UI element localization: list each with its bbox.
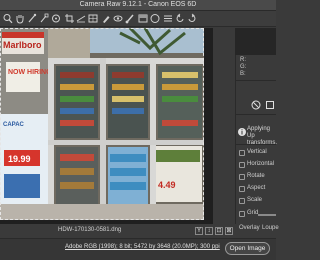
panel-divider [235, 144, 276, 145]
transform-auto-icon[interactable] [265, 100, 275, 110]
radial-filter-icon[interactable] [150, 13, 160, 24]
scale-reset-button[interactable] [239, 198, 245, 204]
red-eye-icon[interactable] [113, 13, 123, 24]
status-bar: Adobe RGB (1998); 8 bit; 5472 by 3648 (2… [0, 238, 276, 260]
vertical-slider-label: Vertical [247, 149, 267, 155]
hand-tool-icon[interactable] [15, 13, 25, 24]
adjustment-brush-icon[interactable] [125, 13, 135, 24]
rotate-slider-label: Rotate [247, 173, 265, 179]
rotate-ccw-icon[interactable] [175, 13, 185, 24]
zoom-settings-button[interactable]: ⊠ [225, 227, 233, 235]
aspect-slider-label: Aspect [247, 185, 266, 191]
histogram-b-readout: B: [240, 71, 246, 77]
targeted-adjustment-icon[interactable] [51, 13, 61, 24]
rotate-cw-icon[interactable] [187, 13, 197, 24]
no-symbol-icon[interactable] [251, 100, 261, 110]
straighten-tool-icon[interactable] [76, 13, 86, 24]
info-icon [238, 128, 246, 136]
transform-tool-icon[interactable] [88, 13, 98, 24]
horizontal-reset-button[interactable] [239, 162, 245, 168]
scale-slider-label: Scale [247, 197, 263, 203]
title-bar: Camera Raw 9.12.1 - Canon EOS 6D [0, 0, 276, 11]
aspect-reset-button[interactable] [239, 186, 245, 192]
open-image-button[interactable]: Open Image [225, 242, 270, 255]
overlay-label[interactable]: Overlay [239, 225, 260, 231]
zoom-copy-button[interactable]: ⊡ [215, 227, 223, 235]
grid-label: Grid [247, 210, 259, 216]
applying-line-1: Applying Up [247, 126, 271, 139]
histogram-g-readout: G: [240, 64, 247, 70]
crop-tool-icon[interactable] [64, 13, 74, 24]
color-sampler-icon[interactable] [39, 13, 49, 24]
transform-bounds[interactable] [0, 28, 204, 220]
toolbar [0, 11, 276, 27]
grid-checkbox[interactable] [239, 211, 245, 217]
image-info-bar: HDW-170130-0581.dng Y ↕ ⊡ ⊠ Overlay Loup… [0, 224, 279, 238]
toggle-before-after-button[interactable]: Y [195, 227, 203, 235]
histogram-r-readout: R: [240, 57, 246, 63]
horizontal-slider-label: Horizontal [247, 161, 275, 167]
rotate-reset-button[interactable] [239, 174, 245, 180]
vertical-reset-button[interactable] [239, 150, 245, 156]
panel-divider [235, 114, 276, 115]
zoom-swap-button[interactable]: ↕ [205, 227, 213, 235]
histogram [235, 28, 276, 55]
panel-divider [235, 80, 276, 81]
window-title: Camera Raw 9.12.1 - Canon EOS 6D [79, 1, 197, 8]
grid-size-slider[interactable] [258, 214, 276, 216]
image-preview-area[interactable]: Marlboro NOW HIRING CAPAC 19.99 4.49 [0, 28, 213, 224]
preferences-icon[interactable] [163, 13, 173, 24]
white-balance-icon[interactable] [27, 13, 37, 24]
spot-removal-icon[interactable] [101, 13, 111, 24]
zoom-tool-icon[interactable] [3, 13, 13, 24]
graduated-filter-icon[interactable] [138, 13, 148, 24]
image-filename: HDW-170130-0581.dng [58, 227, 122, 233]
workflow-options-link[interactable]: Adobe RGB (1998); 8 bit; 5472 by 3648 (2… [65, 244, 220, 250]
loupe-label[interactable]: Loupe [262, 225, 279, 231]
